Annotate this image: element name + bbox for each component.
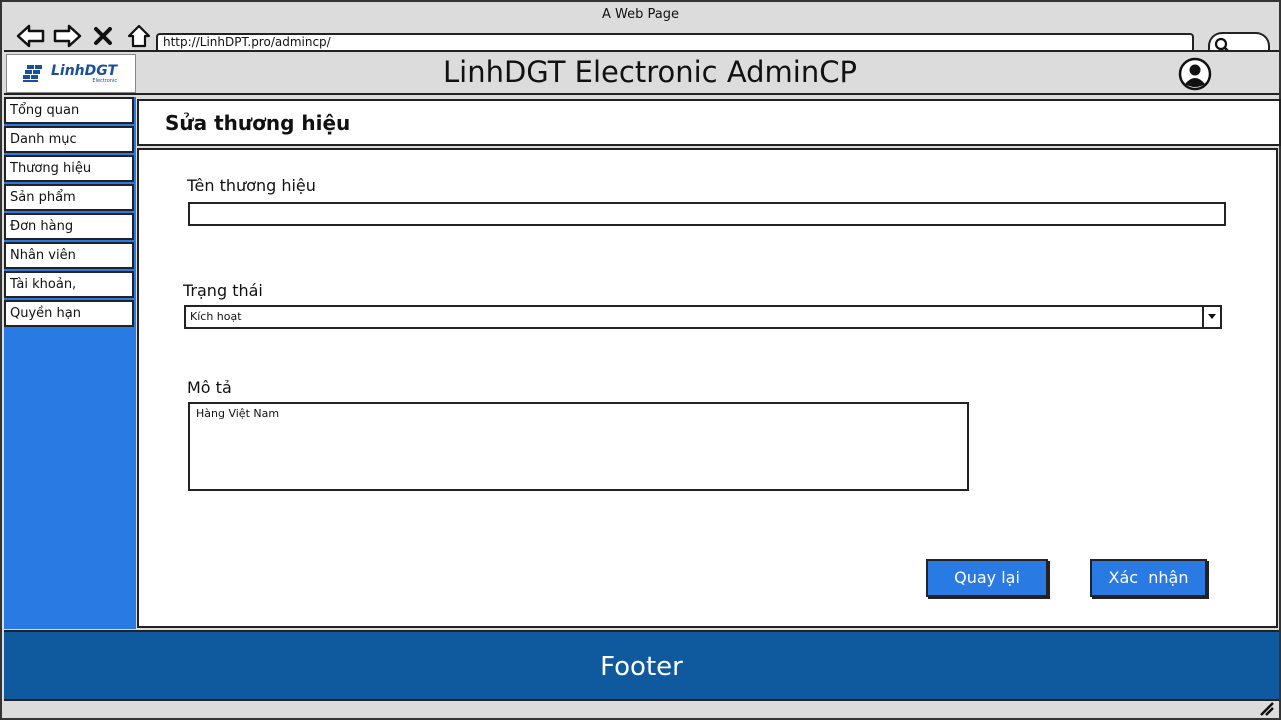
sidebar: Tổng quan Danh mục Thương hiệu Sản phẩm … — [4, 97, 136, 629]
logo-icon — [23, 64, 42, 82]
app-header: LinhDGT Electronic LinhDGT Electronic Ad… — [4, 50, 1279, 95]
sidebar-item-staff[interactable]: Nhân viên — [4, 242, 134, 269]
back-arrow-icon[interactable] — [16, 22, 46, 50]
forward-arrow-icon[interactable] — [52, 22, 82, 50]
nav-buttons — [16, 22, 154, 50]
app-title: LinhDGT Electronic AdminCP — [442, 55, 857, 89]
logo[interactable]: LinhDGT Electronic — [6, 54, 136, 93]
sidebar-item-products[interactable]: Sản phẩm — [4, 184, 134, 211]
status-bar — [4, 701, 1279, 718]
sidebar-item-overview[interactable]: Tổng quan — [4, 97, 134, 124]
confirm-button[interactable]: Xác nhận — [1090, 559, 1207, 597]
sidebar-item-orders[interactable]: Đơn hàng — [4, 213, 134, 240]
sidebar-item-accounts[interactable]: Tài khoản, — [4, 271, 134, 298]
browser-window: A Web Page http://LinhDPT.pro/admincp/ L… — [0, 0, 1281, 720]
status-label: Trạng thái — [183, 281, 263, 300]
brand-name-input[interactable] — [188, 202, 1226, 226]
search-icon — [1214, 37, 1229, 51]
url-bar[interactable]: http://LinhDPT.pro/admincp/ — [156, 33, 1194, 50]
browser-search-box[interactable] — [1208, 32, 1270, 52]
status-select-value: Kích hoạt — [190, 310, 242, 323]
logo-text-block: LinhDGT Electronic — [51, 64, 117, 84]
back-button[interactable]: Quay lại — [926, 559, 1048, 597]
sidebar-item-brands[interactable]: Thương hiệu — [4, 155, 134, 182]
footer-text: Footer — [600, 652, 683, 682]
sidebar-item-permissions[interactable]: Quyền hạn — [4, 300, 134, 327]
logo-text: LinhDGT — [51, 62, 118, 79]
footer: Footer — [4, 630, 1279, 701]
window-title: A Web Page — [602, 7, 679, 22]
brand-name-label: Tên thương hiệu — [187, 176, 316, 195]
resize-grip-icon[interactable] — [1259, 702, 1275, 716]
status-select[interactable]: Kích hoạt — [184, 305, 1222, 329]
sidebar-item-categories[interactable]: Danh mục — [4, 126, 134, 153]
page-header: Sửa thương hiệu — [137, 99, 1281, 146]
description-label: Mô tả — [187, 378, 232, 397]
close-icon[interactable] — [88, 22, 118, 50]
description-textarea[interactable]: Hàng Việt Nam — [188, 402, 969, 491]
home-icon[interactable] — [124, 22, 154, 50]
user-circle-icon[interactable] — [1178, 57, 1212, 91]
edit-brand-form: Tên thương hiệu Trạng thái Kích hoạt Mô … — [137, 148, 1278, 628]
chevron-down-icon[interactable] — [1202, 307, 1220, 327]
page-title: Sửa thương hiệu — [165, 111, 351, 135]
